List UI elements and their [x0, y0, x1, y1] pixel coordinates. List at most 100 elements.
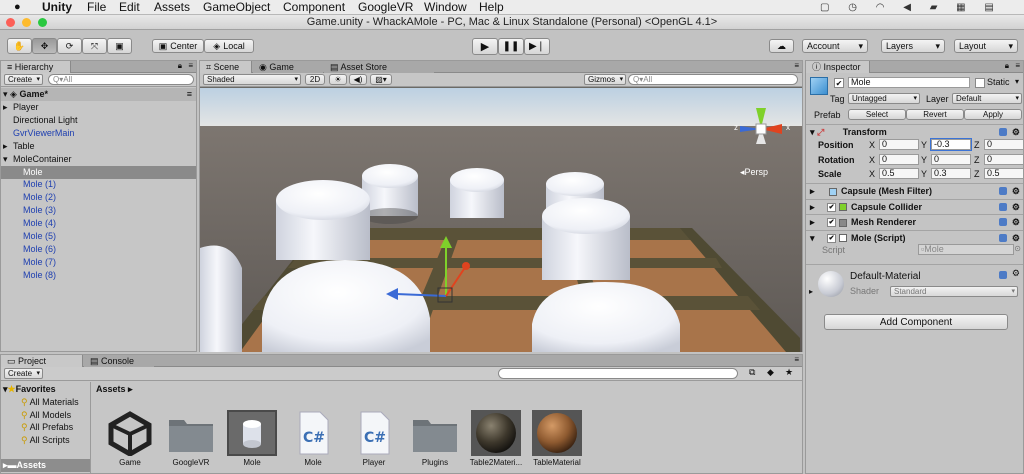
mole-far-2[interactable] [450, 168, 504, 218]
component-header[interactable]: ▾ ✔ Mole (Script) ⚙ [806, 229, 1023, 245]
pause-button[interactable]: ❚❚ [498, 38, 524, 55]
filter-type-icon[interactable]: ⧉ [749, 367, 755, 378]
hierarchy-item[interactable]: Mole (7) [1, 256, 196, 269]
panel-menu-icon[interactable]: ≡ [188, 61, 193, 70]
project-breadcrumb[interactable]: Assets ▸ [96, 384, 133, 395]
script-field[interactable]: ▫Mole [918, 244, 1014, 255]
axis-x-label[interactable]: X [869, 140, 875, 150]
hierarchy-item[interactable]: Mole (6) [1, 243, 196, 256]
layout-dropdown[interactable]: Layout ▾ [954, 39, 1018, 53]
transform-z-field[interactable]: 0.5 [984, 168, 1024, 179]
account-dropdown[interactable]: Account ▾ [802, 39, 868, 53]
hierarchy-item[interactable]: Mole (1) [1, 178, 196, 191]
transform-y-field[interactable]: -0.3 [930, 138, 972, 151]
help-book-icon[interactable] [999, 128, 1007, 136]
axis-y-label[interactable]: Y [921, 140, 927, 150]
shader-dropdown[interactable]: Standard [890, 286, 1018, 297]
move-tool-button[interactable]: ✥ [32, 38, 57, 54]
axis-y-label[interactable]: Y [921, 155, 927, 165]
create-dropdown[interactable]: Create [4, 74, 44, 85]
component-header[interactable]: ▸ Capsule (Mesh Filter) ⚙ [806, 183, 1023, 198]
chevron-down-icon[interactable]: ▾ [1015, 77, 1019, 86]
object-name-field[interactable]: Mole [848, 77, 970, 88]
expand-arrow-icon[interactable]: ▾ [3, 153, 13, 166]
target-icon[interactable]: ⊙ [1014, 244, 1021, 253]
add-component-button[interactable]: Add Component [824, 314, 1008, 330]
prefab-apply-button[interactable]: Apply [964, 109, 1022, 120]
expand-arrow-icon[interactable]: ▸ [810, 186, 817, 196]
panel-menu-icon[interactable]: ≡ [794, 355, 799, 364]
transform-z-field[interactable]: 0 [984, 139, 1024, 150]
menu-googlevr[interactable]: GoogleVR [358, 0, 413, 15]
active-checkbox[interactable]: ✔ [834, 78, 844, 88]
toggle-audio-button[interactable]: ◀) [349, 74, 367, 85]
transform-z-field[interactable]: 0 [984, 153, 1024, 165]
panel-menu-icon[interactable]: ≡ [794, 61, 799, 70]
prefab-select-button[interactable]: Select [848, 109, 906, 120]
help-book-icon[interactable] [999, 233, 1007, 242]
favorite-item[interactable]: ⚲ All Scripts [1, 434, 90, 447]
step-button[interactable]: ▶❘ [524, 38, 550, 55]
lock-icon[interactable]: 🔒︎ [1005, 61, 1009, 71]
prefab-revert-button[interactable]: Revert [906, 109, 964, 120]
help-book-icon[interactable] [999, 202, 1007, 211]
axis-z-label[interactable]: Z [974, 169, 980, 179]
hierarchy-item[interactable]: Mole (4) [1, 217, 196, 230]
transform-x-field[interactable]: 0 [879, 153, 919, 165]
menu-window[interactable]: Window [424, 0, 467, 15]
expand-arrow-icon[interactable]: ▸ [3, 140, 13, 153]
pivot-local-button[interactable]: ◈ Local [204, 39, 254, 53]
tab-game[interactable]: ◉ Game [253, 61, 323, 73]
layers-dropdown[interactable]: Layers ▾ [881, 39, 945, 53]
assets-root-row[interactable]: ▸▬Assets [1, 459, 90, 472]
hierarchy-item[interactable]: Mole (8) [1, 269, 196, 282]
apple-icon[interactable]: ● [14, 0, 21, 15]
shading-dropdown[interactable]: Shaded [203, 74, 301, 85]
axis-z-label[interactable]: Z [974, 140, 980, 150]
rotate-tool-button[interactable]: ⟳ [57, 38, 82, 54]
transform-y-field[interactable]: 0 [931, 153, 971, 165]
favorite-item[interactable]: ⚲ All Models [1, 409, 90, 422]
star-filter-icon[interactable]: ★ [785, 367, 793, 378]
tab-scene[interactable]: ⌗ Scene [200, 61, 252, 73]
gear-icon[interactable]: ⚙ [1012, 125, 1020, 139]
axis-x-label[interactable]: X [869, 169, 875, 179]
hierarchy-item[interactable]: Mole (3) [1, 204, 196, 217]
cloud-button[interactable]: ☁ [769, 39, 794, 53]
menu-assets[interactable]: Assets [154, 0, 190, 15]
hierarchy-item[interactable]: Mole (5) [1, 230, 196, 243]
expand-arrow-icon[interactable]: ▾ [810, 233, 817, 243]
mole-mid-1[interactable] [276, 180, 370, 260]
hierarchy-item[interactable]: Mole [1, 165, 196, 179]
persp-label[interactable]: ◂Persp [740, 167, 768, 178]
transform-x-field[interactable]: 0 [879, 139, 919, 150]
hierarchy-item[interactable]: ▸ Player [1, 101, 196, 114]
panel-menu-icon[interactable]: ≡ [1015, 61, 1020, 70]
help-book-icon[interactable] [999, 187, 1007, 195]
help-book-icon[interactable] [999, 271, 1007, 279]
hierarchy-item[interactable]: Directional Light [1, 114, 196, 127]
scene-root-row[interactable]: ▾ ◈ Game* ≡ [1, 88, 196, 101]
static-checkbox[interactable] [975, 78, 985, 88]
menu-file[interactable]: File [87, 0, 106, 15]
transform-x-field[interactable]: 0.5 [879, 168, 919, 179]
gear-icon[interactable]: ⚙ [1012, 184, 1020, 198]
menu-gameobject[interactable]: GameObject [203, 0, 270, 15]
expand-arrow-icon[interactable]: ▸ [810, 217, 817, 227]
tab-hierarchy[interactable]: ≡ Hierarchy [1, 61, 71, 73]
component-enabled-checkbox[interactable]: ✔ [827, 202, 837, 212]
axis-x-label[interactable]: X [869, 155, 875, 165]
scene-search-input[interactable]: Q▾All [628, 74, 798, 85]
tag-dropdown[interactable]: Untagged [848, 93, 920, 104]
hierarchy-item[interactable]: ▾ MoleContainer [1, 153, 196, 166]
menu-unity[interactable]: Unity [42, 0, 72, 15]
hand-tool-button[interactable]: ✋ [7, 38, 32, 54]
gear-icon[interactable]: ⚙ [1012, 200, 1020, 214]
gear-icon[interactable]: ⚙ [1012, 215, 1020, 229]
hierarchy-item[interactable]: ▸ Table [1, 140, 196, 153]
tab-console[interactable]: ▤ Console [84, 355, 154, 367]
filter-label-icon[interactable]: ◆ [767, 367, 774, 378]
scene-viewport[interactable] [200, 88, 802, 352]
project-create-dropdown[interactable]: Create [4, 368, 44, 379]
favorite-item[interactable]: ⚲ All Prefabs [1, 421, 90, 434]
